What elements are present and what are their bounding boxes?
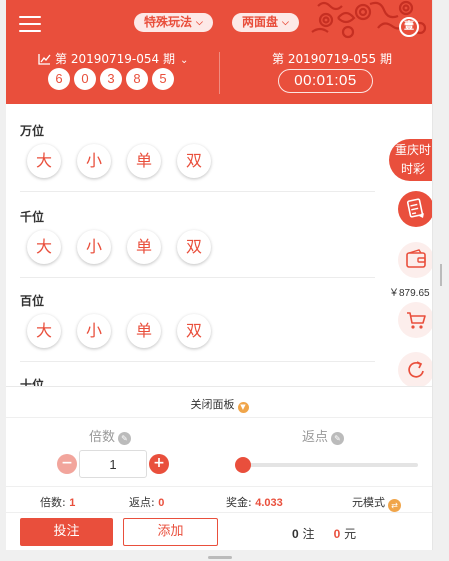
winning-number-ball: 6 — [48, 68, 70, 90]
next-period-label: 第 20190719-055 期 — [272, 52, 392, 66]
option-small-button[interactable]: 小 — [77, 314, 111, 348]
option-small-button[interactable]: 小 — [77, 230, 111, 264]
lottery-name-line: 重庆时 — [394, 143, 431, 157]
lottery-name-tab[interactable]: 重庆时 时彩 — [389, 139, 432, 181]
app-frame: 特殊玩法 ⌵ 两面盘 ⌵ 壹 第 20190719-054 期 ⌄ 6 0 3 … — [6, 0, 433, 550]
bet-record-icon[interactable] — [398, 191, 432, 227]
option-big-button[interactable]: 大 — [27, 314, 61, 348]
mode-switch[interactable]: 元模式 ⇄ — [352, 494, 401, 512]
summary-multiplier: 倍数: 1 — [40, 494, 75, 510]
position-group: 万位 大 小 单 双 — [6, 104, 376, 190]
option-odd-button[interactable]: 单 — [127, 144, 161, 178]
position-group: 百位 大 小 单 双 — [6, 278, 376, 364]
position-group: 十位 大 小 单 双 — [6, 362, 376, 386]
scrollbar-thumb[interactable] — [440, 264, 442, 286]
rebate-slider[interactable] — [244, 463, 418, 467]
summary-prize-label: 奖金: — [226, 496, 252, 509]
summary-multiplier-label: 倍数: — [40, 496, 66, 509]
wallet-icon[interactable] — [398, 242, 432, 278]
add-to-list-button[interactable]: 添加 — [123, 518, 218, 546]
board-mode-selector[interactable]: 两面盘 ⌵ — [232, 13, 299, 32]
chevron-down-icon: ⌄ — [179, 55, 189, 66]
bet-count-unit: 注 — [302, 527, 315, 541]
winning-number-ball: 8 — [126, 68, 148, 90]
lottery-header: 特殊玩法 ⌵ 两面盘 ⌵ 壹 第 20190719-054 期 ⌄ 6 0 3 … — [6, 0, 432, 104]
prev-period-label: 第 20190719-054 期 — [55, 52, 175, 66]
option-odd-button[interactable]: 单 — [127, 314, 161, 348]
bet-count: 0 — [292, 527, 299, 541]
multiplier-label: 倍数 — [89, 430, 116, 445]
mode-label: 元模式 — [352, 496, 385, 509]
option-big-button[interactable]: 大 — [27, 144, 61, 178]
switch-icon: ⇄ — [388, 499, 401, 512]
bet-amount: 0 — [333, 527, 341, 541]
rebate-slider-handle[interactable] — [235, 457, 251, 473]
trend-chart-icon — [38, 54, 51, 65]
position-label: 十位 — [20, 378, 45, 386]
chevron-down-circle-icon: ▼ — [237, 402, 249, 413]
refresh-icon[interactable] — [398, 352, 432, 388]
position-label: 万位 — [20, 124, 45, 138]
position-group: 千位 大 小 单 双 — [6, 192, 376, 278]
place-bet-button[interactable]: 投注 — [20, 518, 113, 546]
board-mode-label: 两面盘 — [242, 15, 279, 29]
bottom-drag-handle[interactable] — [208, 556, 232, 559]
header-divider — [219, 52, 220, 94]
chevron-down-icon: ⌵ — [196, 18, 203, 28]
close-panel-button[interactable]: 关闭面板 ▼ — [6, 386, 432, 418]
bet-amount-unit: 元 — [344, 527, 357, 541]
summary-rebate-value: 0 — [158, 497, 165, 509]
minus-icon[interactable]: − — [57, 454, 77, 474]
option-even-button[interactable]: 双 — [177, 230, 211, 264]
plus-icon[interactable]: + — [149, 454, 169, 474]
summary-prize: 奖金: 4.033 — [226, 494, 283, 510]
rebate-label: 返点 — [302, 430, 329, 445]
winning-number-ball: 5 — [152, 68, 174, 90]
position-label: 百位 — [20, 294, 45, 308]
chevron-down-icon: ⌵ — [282, 18, 289, 28]
account-balance: ￥879.65 — [389, 288, 430, 299]
bet-panel: 关闭面板▼ 倍数✎ 返点✎ − + 倍数: 1 返点: 0 奖金: 4.033 … — [6, 386, 432, 550]
winning-number-ball: 0 — [74, 68, 96, 90]
user-icon[interactable]: 壹 — [399, 17, 419, 37]
bet-summary: 倍数: 1 返点: 0 奖金: 4.033 元模式 ⇄ — [6, 486, 432, 512]
option-even-button[interactable]: 双 — [177, 314, 211, 348]
cart-icon[interactable] — [398, 302, 432, 338]
action-bar: 投注 添加 0 注 0 元 — [6, 512, 432, 550]
winning-number-ball: 3 — [100, 68, 122, 90]
lottery-name-line: 时彩 — [400, 162, 425, 176]
option-small-button[interactable]: 小 — [77, 144, 111, 178]
winning-numbers: 6 0 3 8 5 — [48, 68, 174, 90]
multiplier-input[interactable] — [79, 450, 147, 478]
rebate-header: 返点 ✎ — [302, 426, 345, 445]
close-panel-label: 关闭面板 — [190, 398, 235, 411]
pencil-icon[interactable]: ✎ — [118, 432, 132, 445]
option-big-button[interactable]: 大 — [27, 230, 61, 264]
position-label: 千位 — [20, 210, 45, 224]
countdown-timer: 00:01:05 — [278, 69, 373, 93]
play-mode-label: 特殊玩法 — [144, 15, 193, 29]
hamburger-menu-icon[interactable] — [19, 15, 41, 33]
summary-prize-value: 4.033 — [255, 497, 283, 509]
bet-positions: 万位 大 小 单 双 千位 大 小 单 双 百位 大 小 单 双 十位 大 小 … — [6, 104, 432, 386]
summary-rebate: 返点: 0 — [129, 494, 164, 510]
bet-totals: 0 注 0 元 — [292, 525, 356, 542]
prev-period-toggle[interactable]: 第 20190719-054 期 ⌄ — [38, 50, 188, 67]
option-even-button[interactable]: 双 — [177, 144, 211, 178]
summary-rebate-label: 返点: — [129, 496, 155, 509]
multiplier-header: 倍数 ✎ — [89, 426, 132, 445]
pencil-icon[interactable]: ✎ — [331, 432, 345, 445]
play-mode-selector[interactable]: 特殊玩法 ⌵ — [134, 13, 213, 32]
summary-multiplier-value: 1 — [69, 497, 76, 509]
option-odd-button[interactable]: 单 — [127, 230, 161, 264]
